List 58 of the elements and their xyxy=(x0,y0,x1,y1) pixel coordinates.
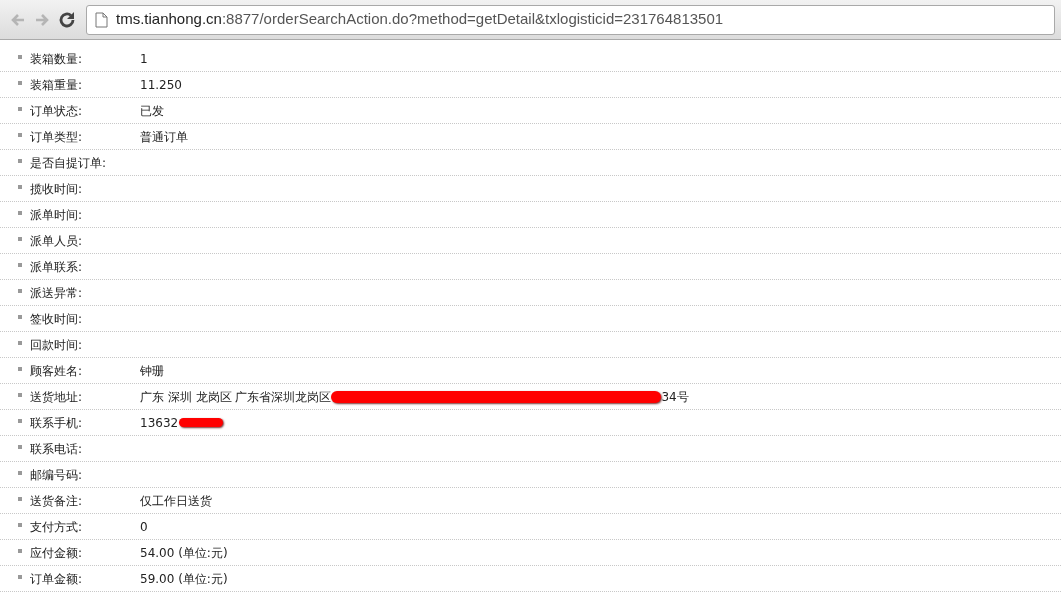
bullet-icon xyxy=(18,106,22,111)
field-value: 59.00 (单位:元) xyxy=(140,570,228,588)
field-value: 13632 xyxy=(140,414,179,432)
bullet-icon xyxy=(18,314,22,319)
bullet-icon xyxy=(18,288,22,293)
url-path: :8877/orderSearchAction.do?method=getDetail&txlogisticid=231764813501 xyxy=(221,9,724,30)
field-label: 派送异常: xyxy=(30,284,84,302)
bullet-icon xyxy=(18,470,22,475)
bullet-icon xyxy=(18,54,22,59)
field-label: 送货地址: xyxy=(30,388,84,406)
bullet-icon xyxy=(18,574,22,579)
field-value: 仅工作日送货 xyxy=(140,492,212,510)
field-label: 揽收时间: xyxy=(30,180,84,198)
bullet-icon xyxy=(18,548,22,553)
field-value: 1 xyxy=(140,50,148,68)
field-label: 派单时间: xyxy=(30,206,84,224)
field-label: 订单金额: xyxy=(30,570,84,588)
bullet-icon xyxy=(18,366,22,371)
field-label: 是否自提订单: xyxy=(30,154,108,172)
field-value: 普通订单 xyxy=(140,128,188,146)
field-value: 已发 xyxy=(140,102,164,120)
field-label: 派单联系: xyxy=(30,258,84,276)
page-icon xyxy=(95,11,108,28)
field-label: 装箱重量: xyxy=(30,76,84,94)
field-label: 派单人员: xyxy=(30,232,84,250)
bullet-icon xyxy=(18,236,22,241)
field-value: 0 xyxy=(140,518,148,536)
field-label: 联系手机: xyxy=(30,414,84,432)
field-value: 54.00 (单位:元) xyxy=(140,544,228,562)
bullet-icon xyxy=(18,158,22,163)
field-value: 11.250 xyxy=(140,76,182,94)
bullet-icon xyxy=(18,184,22,189)
field-label: 装箱数量: xyxy=(30,50,84,68)
field-label: 联系电话: xyxy=(30,440,84,458)
bullet-icon xyxy=(18,80,22,85)
field-label: 应付金额: xyxy=(30,544,84,562)
bullet-icon xyxy=(18,522,22,527)
bullet-icon xyxy=(18,340,22,345)
field-label: 订单类型: xyxy=(30,128,84,146)
field-label: 邮编号码: xyxy=(30,466,84,484)
bullet-icon xyxy=(18,262,22,267)
field-label: 回款时间: xyxy=(30,336,84,354)
field-label: 支付方式: xyxy=(30,518,84,536)
bullet-icon xyxy=(18,496,22,501)
bullet-icon xyxy=(18,210,22,215)
bullet-icon xyxy=(18,132,22,137)
field-value: 钟珊 xyxy=(140,362,164,380)
field-label: 送货备注: xyxy=(30,492,84,510)
field-label: 订单状态: xyxy=(30,102,84,120)
field-label: 顾客姓名: xyxy=(30,362,84,380)
bullet-icon xyxy=(18,444,22,449)
bullet-icon xyxy=(18,418,22,423)
url-host: tms.tianhong.cn xyxy=(116,9,222,30)
field-label: 签收时间: xyxy=(30,310,84,328)
bullet-icon xyxy=(18,392,22,397)
field-value: 34号 xyxy=(661,388,689,406)
address-bar[interactable]: tms.tianhong.cn:8877/orderSearchAction.do?method=getDetail&txlogisticid=231764813501 xyxy=(86,4,1055,35)
field-value: 广东 深圳 龙岗区 广东省深圳龙岗区 xyxy=(140,388,332,406)
